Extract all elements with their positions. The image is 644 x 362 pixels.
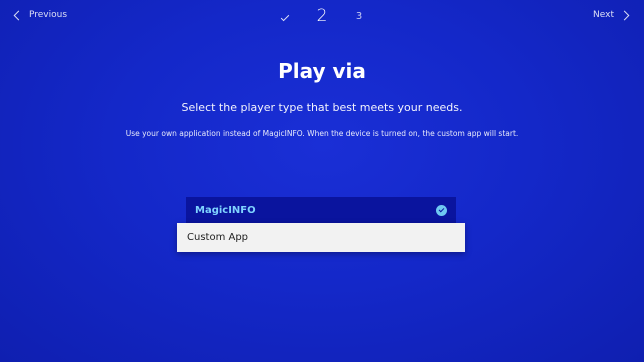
page-subtitle: Select the player type that best meets y… — [181, 101, 463, 114]
option-description: Use your own application instead of Magi… — [125, 129, 519, 138]
check-icon — [280, 12, 290, 21]
step-current: 2 — [316, 6, 328, 26]
check-circle-icon — [436, 204, 447, 216]
step-next: 3 — [355, 10, 363, 22]
option-custom-app-label: Custom App — [187, 232, 249, 243]
chevron-right-icon — [619, 10, 630, 20]
option-magicinfo[interactable]: MagicINFO — [186, 197, 456, 223]
page-title: Play via — [278, 59, 366, 83]
step-indicator: 2 3 — [0, 6, 644, 26]
option-custom-app[interactable]: Custom App — [177, 223, 465, 252]
setup-screen: Previous 2 3 Next Play via Select the pl… — [0, 0, 644, 362]
next-button[interactable]: Next — [593, 10, 630, 20]
step-1-done — [267, 7, 304, 26]
next-label: Next — [593, 10, 614, 20]
option-magicinfo-label: MagicINFO — [195, 204, 256, 216]
